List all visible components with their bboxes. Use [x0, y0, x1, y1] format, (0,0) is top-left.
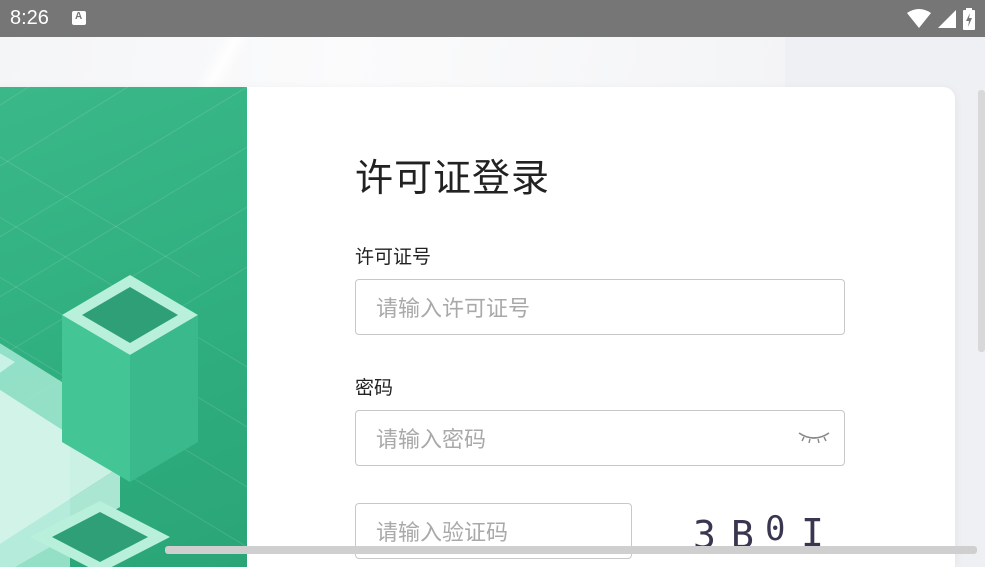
- hero-illustration: [0, 87, 247, 567]
- wifi-icon: [907, 9, 931, 28]
- captcha-image[interactable]: 3 B 0 I: [693, 505, 833, 565]
- captcha-char: 0: [765, 509, 786, 549]
- status-bar: 8:26: [0, 0, 985, 37]
- password-label: 密码: [355, 377, 394, 399]
- license-placeholder: 请输入许可证号: [376, 297, 531, 322]
- horizontal-scrollbar[interactable]: [165, 546, 977, 554]
- login-card: 许可证登录 许可证号 请输入许可证号 密码 请输入密码 请输入验证码 3 B 0…: [0, 87, 955, 567]
- password-placeholder: 请输入密码: [376, 428, 487, 453]
- notification-a-icon: [72, 11, 86, 25]
- eye-closed-icon[interactable]: [798, 429, 830, 447]
- vertical-scrollbar[interactable]: [978, 90, 985, 352]
- page-title: 许可证登录: [355, 156, 551, 200]
- isometric-illustration: [0, 87, 247, 567]
- battery-charging-icon: [963, 8, 975, 30]
- status-icons: [907, 8, 975, 30]
- license-input[interactable]: 请输入许可证号: [355, 279, 845, 335]
- license-label: 许可证号: [355, 246, 432, 268]
- status-time: 8:26: [10, 7, 49, 29]
- captcha-placeholder: 请输入验证码: [376, 521, 509, 546]
- signal-icon: [938, 10, 956, 28]
- password-input[interactable]: 请输入密码: [355, 410, 845, 466]
